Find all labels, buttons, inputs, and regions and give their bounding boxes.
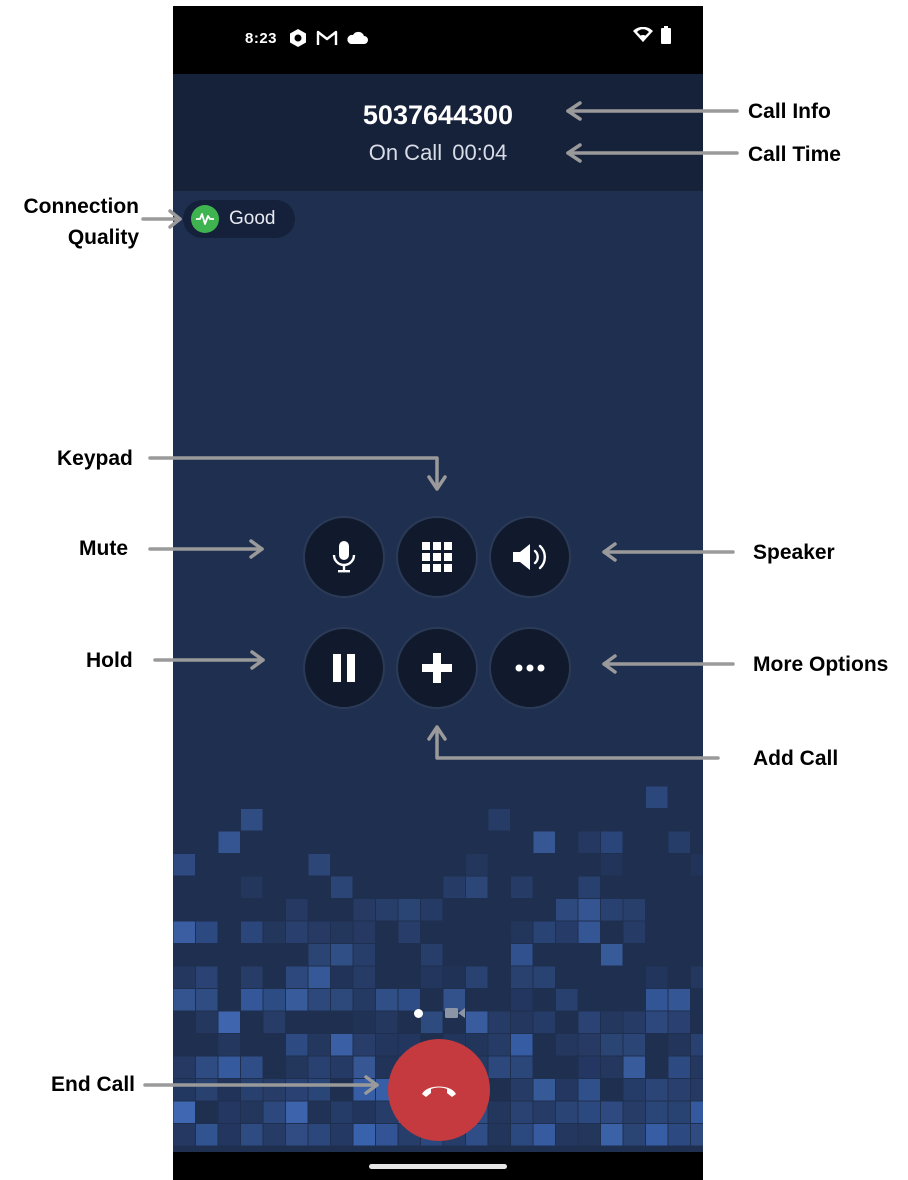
annotation-arrows	[141, 101, 739, 1095]
